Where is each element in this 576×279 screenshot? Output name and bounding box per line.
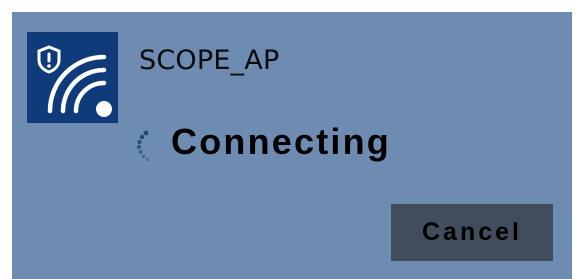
connection-status-text: Connecting xyxy=(171,121,391,162)
wifi-connect-panel: SCOPE_AP Connecting Cancel xyxy=(12,12,572,279)
secured-wifi-icon xyxy=(27,32,118,123)
loading-spinner-icon xyxy=(132,129,162,163)
cancel-button[interactable]: Cancel xyxy=(391,204,553,261)
network-name: SCOPE_AP xyxy=(139,45,280,76)
